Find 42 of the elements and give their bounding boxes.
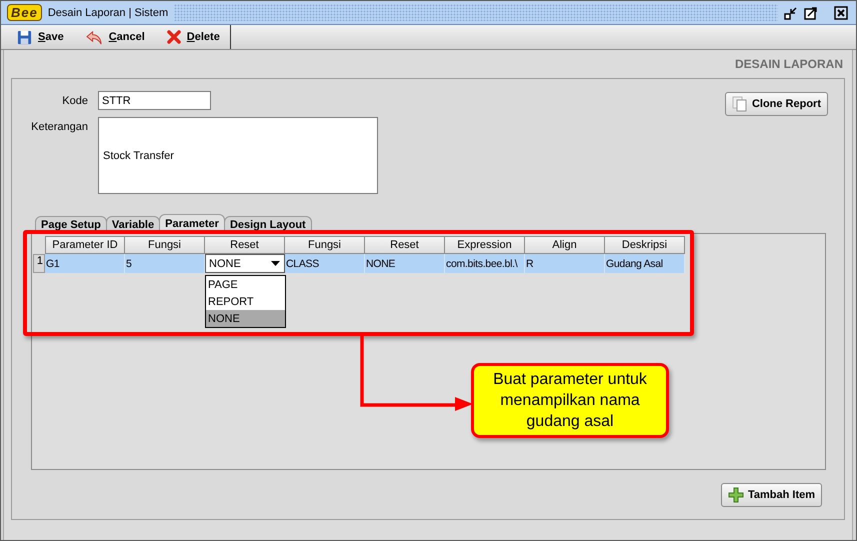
table-row[interactable]: 1 G1 5 NONE CLASS NONE com.bits.bee.bl.\ R Gudang Asal xyxy=(33,254,825,273)
table-cell: com.bits.bee.bl.\ xyxy=(445,254,525,273)
table-cell: Gudang Asal xyxy=(605,254,685,273)
dropdown-option[interactable]: PAGE xyxy=(206,276,285,293)
field-label: Keterangan xyxy=(30,120,88,133)
code-field[interactable]: STTR xyxy=(98,91,211,110)
pages-icon xyxy=(732,96,748,112)
column-header[interactable]: Parameter ID xyxy=(45,236,125,254)
dropdown-option[interactable]: NONE xyxy=(206,310,285,327)
column-header[interactable]: Reset xyxy=(365,236,445,254)
delete-button[interactable]: Delete xyxy=(154,25,231,49)
table-cell: G1 xyxy=(45,254,125,273)
plus-icon xyxy=(728,487,744,503)
table-cell: NONE xyxy=(365,254,445,273)
table-cell: 5 xyxy=(125,254,205,273)
description-field[interactable]: Stock Transfer xyxy=(98,117,378,194)
page-heading: DESAIN LAPORAN xyxy=(734,57,843,71)
app-logo: Bee xyxy=(7,4,42,21)
column-header[interactable]: Reset xyxy=(205,236,285,254)
table-cell: CLASS xyxy=(285,254,365,273)
x-icon xyxy=(166,30,181,44)
close-icon[interactable] xyxy=(834,6,848,20)
dropdown-arrow-icon xyxy=(271,261,280,266)
column-header[interactable]: Align xyxy=(525,236,605,254)
column-header[interactable]: Fungsi xyxy=(285,236,365,254)
row-number: 1 xyxy=(33,254,45,273)
window-title: Desain Laporan | Sistem xyxy=(48,6,168,18)
callout-note: Buat parameter untuk menampilkan nama gudang asal xyxy=(471,363,669,438)
column-header[interactable]: Expression xyxy=(445,236,525,254)
add-item-button[interactable]: Tambah Item xyxy=(720,483,822,507)
curved-arrow-icon xyxy=(86,30,103,44)
field-label: Kode xyxy=(61,94,88,106)
column-header[interactable]: Deskripsi xyxy=(605,236,685,254)
cancel-button[interactable]: Cancel xyxy=(74,25,155,49)
column-header[interactable]: Fungsi xyxy=(125,236,205,254)
maximize-icon[interactable] xyxy=(804,6,818,20)
dropdown-option[interactable]: REPORT xyxy=(206,293,285,310)
restore-icon[interactable] xyxy=(784,6,798,20)
table-cell: R xyxy=(525,254,605,273)
save-button[interactable]: Save xyxy=(5,25,74,49)
reset-dropdown[interactable]: NONE xyxy=(205,254,285,273)
clone-report-button[interactable]: Clone Report xyxy=(724,92,828,116)
